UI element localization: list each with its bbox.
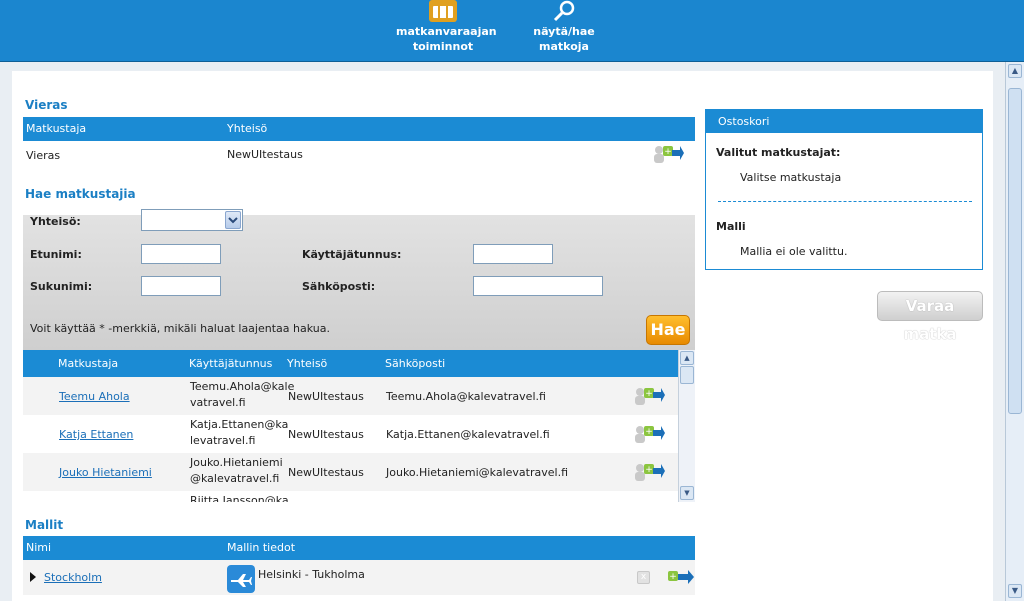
firstname-input[interactable] <box>141 244 221 264</box>
cart-divider <box>718 201 972 202</box>
add-traveller-icon[interactable]: + <box>652 144 684 164</box>
add-traveller-icon[interactable]: + <box>633 462 665 482</box>
search-section-title: Hae matkustajia <box>25 187 136 201</box>
nav-show-search-trips[interactable]: näytä/hae matkoja <box>523 0 605 54</box>
svg-text:+: + <box>645 389 653 399</box>
community-cell: NewUItestaus <box>288 390 364 403</box>
email-cell: Jouko.Hietaniemi@kalevatravel.fi <box>386 466 568 479</box>
community-cell: NewUItestaus <box>288 466 364 479</box>
firstname-label: Etunimi: <box>30 248 82 261</box>
results-scrollbar[interactable]: ▲ ▼ <box>678 350 695 502</box>
username-line-1: Teemu.Ahola@kale <box>190 380 295 393</box>
traveller-link[interactable]: Teemu Ahola <box>59 390 130 403</box>
table-row: Katja Ettanen Katja.Ettanen@ka levatrave… <box>23 415 678 453</box>
svg-text:+: + <box>645 427 653 437</box>
book-trip-button[interactable]: Varaa matka <box>877 291 983 343</box>
guest-community: NewUItestaus <box>227 148 303 161</box>
remove-template-icon[interactable]: x <box>637 571 650 584</box>
username-input[interactable] <box>473 244 553 264</box>
email-input[interactable] <box>473 276 603 296</box>
scroll-thumb[interactable] <box>680 366 694 384</box>
templates-table-header: Nimi Mallin tiedot <box>23 536 695 560</box>
plane-icon <box>227 565 255 593</box>
scroll-thumb[interactable] <box>1008 88 1022 414</box>
community-label: Yhteisö: <box>30 215 81 228</box>
results-header-traveller: Matkustaja <box>58 357 119 370</box>
search-hint: Voit käyttää * -merkkiä, mikäli haluat l… <box>30 322 330 335</box>
results-header-community: Yhteisö <box>287 357 328 370</box>
results-header-username: Käyttäjätunnus <box>189 357 273 370</box>
cart-template-label: Malli <box>716 220 746 233</box>
guest-section-title: Vieras <box>25 98 68 112</box>
traveller-link[interactable]: Katja Ettanen <box>59 428 133 441</box>
add-traveller-icon[interactable]: + <box>633 424 665 444</box>
chevron-down-icon <box>225 211 241 229</box>
shopping-cart: Ostoskori Valitut matkustajat: Valitse m… <box>705 109 983 270</box>
lastname-label: Sukunimi: <box>30 280 93 293</box>
results-header: Matkustaja Käyttäjätunnus Yhteisö Sähköp… <box>23 350 678 377</box>
username-line-1: Katja.Ettanen@ka <box>190 418 289 431</box>
table-row: Jouko Hietaniemi Jouko.Hietaniemi @kalev… <box>23 453 678 491</box>
table-row: Riitta.Jansson@ka <box>23 491 678 502</box>
magnifier-icon <box>553 0 575 22</box>
email-cell: Teemu.Ahola@kalevatravel.fi <box>386 390 546 403</box>
email-label: Sähköposti: <box>302 280 376 293</box>
cart-selected-value: Valitse matkustaja <box>740 171 842 184</box>
results-table: Matkustaja Käyttäjätunnus Yhteisö Sähköp… <box>23 350 695 502</box>
traveller-link[interactable]: Jouko Hietaniemi <box>59 466 152 479</box>
template-name-link[interactable]: Stockholm <box>44 571 102 584</box>
nav-booker-label-1: matkanvaraajan <box>396 25 497 38</box>
guest-traveller: Vieras <box>26 149 61 162</box>
cart-template-value: Mallia ei ole valittu. <box>740 245 848 258</box>
results-header-email: Sähköposti <box>385 357 446 370</box>
guest-header-traveller: Matkustaja <box>26 122 87 135</box>
scroll-up-icon[interactable]: ▲ <box>1008 64 1022 78</box>
username-line-2: vatravel.fi <box>190 396 246 409</box>
page-scrollbar[interactable]: ▲ ▼ <box>1005 62 1024 601</box>
email-cell: Katja.Ettanen@kalevatravel.fi <box>386 428 550 441</box>
community-select[interactable] <box>141 209 243 231</box>
add-traveller-icon[interactable]: + <box>633 386 665 406</box>
username-line-2: @kalevatravel.fi <box>190 472 280 485</box>
community-cell: NewUItestaus <box>288 428 364 441</box>
add-template-icon[interactable]: + <box>664 568 696 588</box>
scroll-down-icon[interactable]: ▼ <box>1008 584 1022 598</box>
templates-section-title: Mallit <box>25 518 64 532</box>
username-line-2: levatravel.fi <box>190 434 256 447</box>
expand-arrow-icon[interactable] <box>29 572 37 582</box>
top-navigation-bar: matkanvaraajan toiminnot näytä/hae matko… <box>0 0 1024 62</box>
cart-title: Ostoskori <box>706 110 982 133</box>
guest-table-header: Matkustaja Yhteisö <box>23 117 695 141</box>
username-label: Käyttäjätunnus: <box>302 248 402 261</box>
templates-header-details: Mallin tiedot <box>227 541 296 554</box>
search-button[interactable]: Hae <box>646 315 690 345</box>
guest-header-community: Yhteisö <box>227 122 268 135</box>
username-line-1: Jouko.Hietaniemi <box>190 456 283 469</box>
svg-text:+: + <box>664 147 672 157</box>
suitcase-icon <box>429 0 457 22</box>
template-details: Helsinki - Tukholma <box>258 568 365 581</box>
svg-text:+: + <box>645 465 653 475</box>
scroll-down-icon[interactable]: ▼ <box>680 486 694 500</box>
nav-search-trips-label: näytä/hae matkoja <box>533 25 595 53</box>
nav-booker-functions[interactable]: matkanvaraajan toiminnot <box>396 0 497 54</box>
username-line-1: Riitta.Jansson@ka <box>190 494 289 502</box>
lastname-input[interactable] <box>141 276 221 296</box>
nav-booker-label-2: toiminnot <box>412 40 474 53</box>
scroll-up-icon[interactable]: ▲ <box>680 351 694 365</box>
svg-text:+: + <box>669 572 677 582</box>
table-row: Teemu Ahola Teemu.Ahola@kale vatravel.fi… <box>23 377 678 415</box>
cart-selected-label: Valitut matkustajat: <box>716 146 841 159</box>
templates-header-name: Nimi <box>26 541 52 554</box>
